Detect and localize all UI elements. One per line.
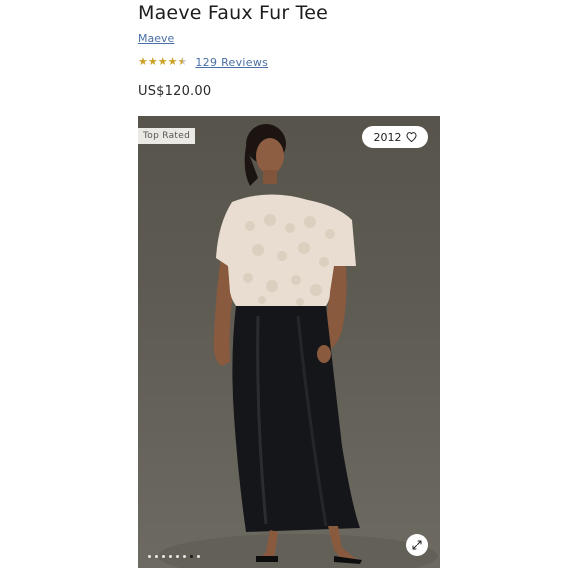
pagination-dot[interactable] — [155, 555, 158, 558]
brand-link[interactable]: Maeve — [138, 32, 174, 45]
heart-icon — [405, 132, 417, 142]
product-page: Maeve Faux Fur Tee Maeve ★ ★ ★ ★ ★ 129 R… — [0, 0, 580, 580]
pagination-dot[interactable] — [183, 555, 186, 558]
expand-icon — [412, 540, 422, 550]
wishlist-button[interactable]: 2012 — [362, 126, 428, 148]
star-icon: ★ — [147, 55, 158, 68]
star-rating: ★ ★ ★ ★ ★ — [138, 55, 187, 69]
model-photo — [158, 124, 438, 568]
star-icon: ★ — [157, 55, 168, 68]
product-image[interactable]: Top Rated 2012 — [138, 116, 440, 568]
pagination-dot[interactable] — [197, 555, 200, 558]
pagination-dot[interactable] — [162, 555, 165, 558]
star-icon: ★ — [167, 55, 178, 68]
product-price: US$120.00 — [138, 84, 212, 99]
half-star-icon: ★ — [177, 55, 188, 68]
reviews-link[interactable]: 129 Reviews — [195, 56, 268, 69]
pagination-dot[interactable] — [148, 555, 151, 558]
wishlist-count: 2012 — [373, 130, 402, 144]
rating-row: ★ ★ ★ ★ ★ 129 Reviews — [138, 55, 268, 69]
pagination-dot[interactable] — [190, 555, 193, 558]
pagination-dot[interactable] — [169, 555, 172, 558]
pagination-dot[interactable] — [176, 555, 179, 558]
expand-button[interactable] — [406, 534, 428, 556]
star-icon: ★ — [138, 55, 148, 68]
image-pagination — [148, 555, 200, 558]
top-rated-badge: Top Rated — [138, 128, 196, 144]
product-title: Maeve Faux Fur Tee — [138, 2, 328, 24]
